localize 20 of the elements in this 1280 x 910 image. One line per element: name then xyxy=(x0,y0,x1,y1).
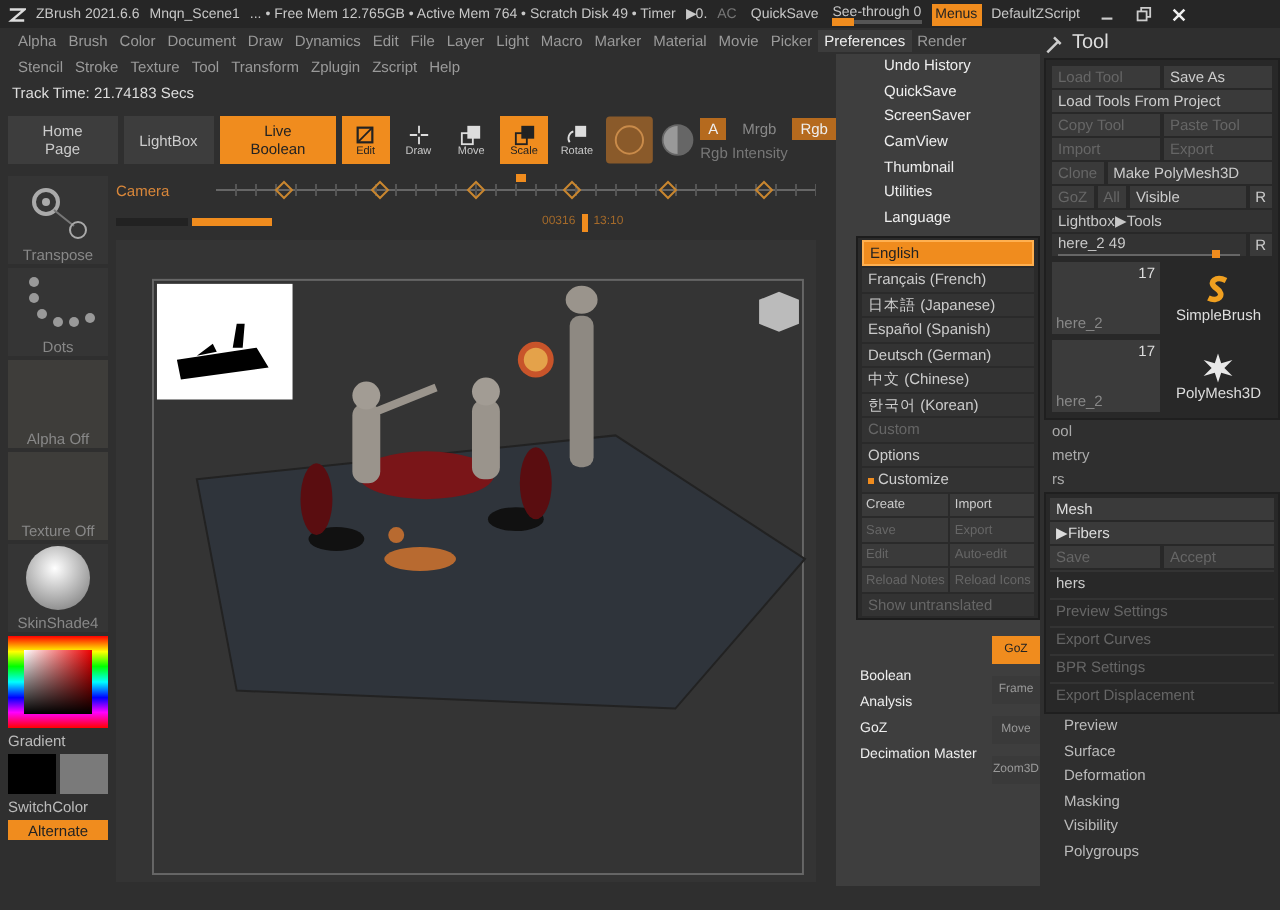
restore-icon[interactable] xyxy=(1133,5,1152,23)
material-icon[interactable] xyxy=(606,116,654,164)
color-picker[interactable] xyxy=(8,636,108,728)
close-icon[interactable] xyxy=(1169,5,1188,23)
main-color-swatch[interactable] xyxy=(8,754,56,794)
palette-title: Tool xyxy=(1072,32,1109,54)
frame-icon xyxy=(354,123,377,145)
sphere-icon[interactable] xyxy=(659,122,695,158)
timeline-range-bar[interactable] xyxy=(116,218,276,226)
app-logo-icon xyxy=(8,5,26,23)
crosshair-icon xyxy=(407,123,430,145)
hammer-icon xyxy=(1044,33,1064,53)
cube-icon xyxy=(513,123,536,145)
secondary-color-swatch[interactable] xyxy=(60,754,108,794)
cube-icon xyxy=(460,123,483,145)
viewport[interactable] xyxy=(116,240,816,882)
rotate-icon xyxy=(565,123,588,145)
star-icon xyxy=(1202,351,1235,383)
thumbnail-image xyxy=(156,283,293,400)
playhead-marker[interactable] xyxy=(581,213,588,231)
